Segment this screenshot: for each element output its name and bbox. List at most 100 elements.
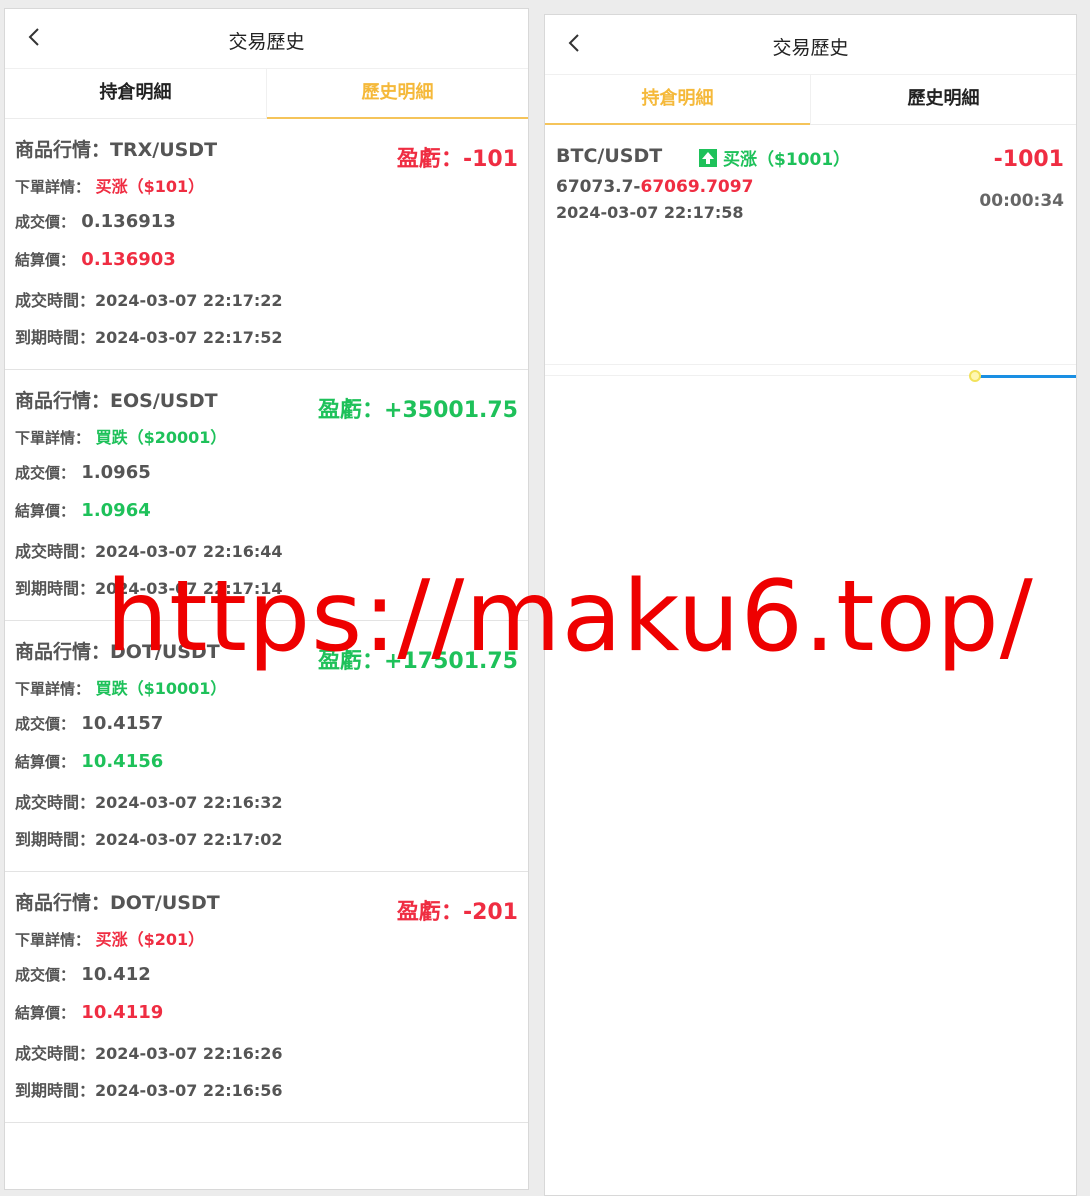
position-time: 2024-03-07 22:17:58 [556, 203, 744, 222]
history-record[interactable]: 商品行情：DOT/USDT 盈虧：+17501.75 下單詳情： 買跌（$10001… [5, 621, 528, 872]
progress-fill [975, 375, 1076, 378]
record-pnl: 盈虧：+17501.75 [318, 643, 518, 675]
expire-time-value: 2024-03-07 22:17:02 [95, 830, 283, 849]
position-direction-label: 买涨（$1001） [723, 150, 851, 170]
tab-bar: 持倉明細 歷史明細 [5, 69, 528, 119]
tab-bar: 持倉明細 歷史明細 [545, 75, 1076, 125]
open-price: 67073.7- [556, 177, 641, 197]
record-settle-price: 結算價： 10.4156 [15, 751, 163, 772]
page-title: 交易歷史 [772, 37, 849, 59]
tab-history[interactable]: 歷史明細 [810, 75, 1076, 124]
product-label: 商品行情： [15, 892, 111, 914]
record-settle-price: 結算價： 1.0964 [15, 500, 151, 521]
record-pnl: 盈虧：-101 [397, 141, 518, 173]
position-direction: 买涨（$1001） [699, 145, 850, 170]
deal-time-label: 成交時間： [15, 542, 96, 561]
history-panel: 交易歷史 持倉明細 歷史明細 商品行情：TRX/USDT 盈虧：-101 下單詳情：… [4, 8, 529, 1190]
history-record[interactable]: 商品行情：DOT/USDT 盈虧：-201 下單詳情： 买涨（$201） 成交價： 1… [5, 872, 528, 1123]
expire-time-label: 到期時間： [15, 328, 96, 347]
expire-time-value: 2024-03-07 22:16:56 [95, 1081, 283, 1100]
deal-price-value: 0.136913 [81, 211, 176, 232]
progress-knob [969, 370, 982, 382]
tab-positions[interactable]: 持倉明細 [5, 69, 266, 118]
expire-time-label: 到期時間： [15, 830, 96, 849]
pnl-value: +17501.75 [384, 649, 518, 674]
record-product: 商品行情：TRX/USDT [15, 135, 217, 162]
record-deal-price: 成交價： 10.4157 [15, 713, 163, 734]
record-order: 下單詳情： 買跌（$20001） [15, 424, 226, 448]
history-list: 商品行情：TRX/USDT 盈虧：-101 下單詳情： 买涨（$101） 成交價： 0… [5, 119, 528, 1123]
settle-price-value: 0.136903 [81, 249, 176, 270]
history-record[interactable]: 商品行情：EOS/USDT 盈虧：+35001.75 下單詳情： 買跌（$20001… [5, 370, 528, 621]
product-label: 商品行情： [15, 139, 111, 161]
current-price: 67069.7097 [640, 177, 754, 197]
pnl-label: 盈虧： [396, 900, 463, 925]
header: 交易歷史 [5, 9, 528, 69]
record-product: 商品行情：DOT/USDT [15, 888, 220, 915]
record-product: 商品行情：EOS/USDT [15, 386, 218, 413]
countdown-progress [545, 370, 1076, 382]
product-label: 商品行情： [15, 641, 111, 663]
order-direction: 買跌（$20001） [95, 428, 227, 447]
record-expire-time: 到期時間：2024-03-07 22:17:14 [15, 575, 283, 599]
position-prices: 67073.7-67069.7097 [556, 177, 753, 197]
product-pair: EOS/USDT [110, 390, 218, 412]
position-item[interactable]: BTC/USDT 买涨（$1001） -1001 67073.7-67069.7… [545, 125, 1076, 365]
positions-panel: 交易歷史 持倉明細 歷史明細 BTC/USDT 买涨（$1001） -1001 … [544, 14, 1077, 1196]
pnl-label: 盈虧： [318, 398, 385, 423]
tab-positions[interactable]: 持倉明細 [545, 75, 810, 125]
order-label: 下單詳情： [15, 680, 91, 698]
product-pair: TRX/USDT [110, 139, 218, 161]
deal-price-value: 1.0965 [81, 462, 151, 483]
position-pnl: -1001 [993, 147, 1064, 172]
deal-price-value: 10.412 [81, 964, 151, 985]
record-deal-price: 成交價： 1.0965 [15, 462, 151, 483]
tab-history[interactable]: 歷史明細 [266, 69, 528, 119]
record-deal-price: 成交價： 10.412 [15, 964, 151, 985]
history-record[interactable]: 商品行情：TRX/USDT 盈虧：-101 下單詳情： 买涨（$101） 成交價： 0… [5, 119, 528, 370]
record-deal-time: 成交時間：2024-03-07 22:16:44 [15, 538, 283, 562]
position-pair: BTC/USDT [556, 145, 663, 167]
order-direction: 买涨（$101） [95, 177, 205, 196]
expire-time-label: 到期時間： [15, 1081, 96, 1100]
record-pnl: 盈虧：-201 [397, 894, 518, 926]
settle-price-label: 結算價： [15, 502, 76, 520]
expire-time-value: 2024-03-07 22:17:52 [95, 328, 283, 347]
record-order: 下單詳情： 買跌（$10001） [15, 675, 226, 699]
record-deal-time: 成交時間：2024-03-07 22:17:22 [15, 287, 283, 311]
settle-price-label: 結算價： [15, 1004, 76, 1022]
record-order: 下單詳情： 买涨（$201） [15, 926, 204, 950]
pnl-value: +35001.75 [384, 398, 518, 423]
order-label: 下單詳情： [15, 931, 91, 949]
record-deal-time: 成交時間：2024-03-07 22:16:32 [15, 789, 283, 813]
product-pair: DOT/USDT [110, 641, 220, 663]
record-pnl: 盈虧：+35001.75 [318, 392, 518, 424]
record-expire-time: 到期時間：2024-03-07 22:17:02 [15, 826, 283, 850]
record-deal-time: 成交時間：2024-03-07 22:16:26 [15, 1040, 283, 1064]
deal-time-label: 成交時間： [15, 291, 96, 310]
countdown-timer: 00:00:34 [979, 191, 1064, 211]
deal-price-label: 成交價： [15, 966, 76, 984]
settle-price-value: 10.4119 [81, 1002, 164, 1023]
expire-time-label: 到期時間： [15, 579, 96, 598]
product-pair: DOT/USDT [110, 892, 220, 914]
page-title: 交易歷史 [228, 31, 305, 53]
deal-time-label: 成交時間： [15, 793, 96, 812]
deal-price-label: 成交價： [15, 464, 76, 482]
settle-price-label: 結算價： [15, 753, 76, 771]
deal-time-label: 成交時間： [15, 1044, 96, 1063]
deal-price-value: 10.4157 [81, 713, 164, 734]
record-order: 下單詳情： 买涨（$101） [15, 173, 204, 197]
deal-time-value: 2024-03-07 22:16:44 [95, 542, 283, 561]
settle-price-value: 10.4156 [81, 751, 164, 772]
deal-price-label: 成交價： [15, 715, 76, 733]
pnl-value: -201 [462, 900, 518, 925]
header: 交易歷史 [545, 15, 1076, 75]
product-label: 商品行情： [15, 390, 111, 412]
record-expire-time: 到期時間：2024-03-07 22:17:52 [15, 324, 283, 348]
expire-time-value: 2024-03-07 22:17:14 [95, 579, 283, 598]
record-settle-price: 結算價： 10.4119 [15, 1002, 163, 1023]
order-label: 下單詳情： [15, 429, 91, 447]
settle-price-label: 結算價： [15, 251, 76, 269]
settle-price-value: 1.0964 [81, 500, 151, 521]
